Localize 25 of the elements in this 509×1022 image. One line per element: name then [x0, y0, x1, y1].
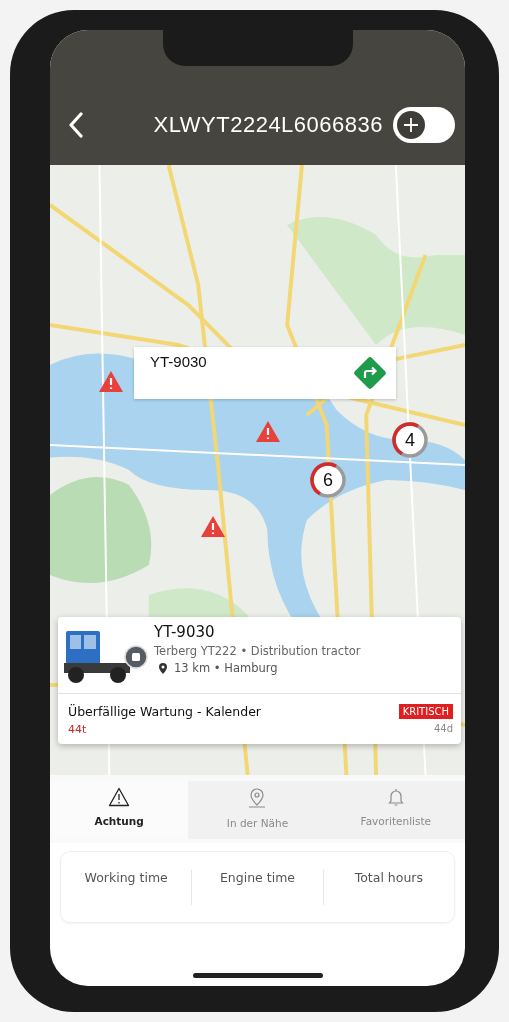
cluster-marker[interactable]: 4 [390, 420, 430, 460]
warning-icon [108, 787, 131, 807]
alert-value: 44t [68, 723, 88, 736]
warning-marker-icon[interactable] [98, 370, 124, 393]
cluster-marker[interactable]: 6 [308, 460, 348, 500]
vehicle-card[interactable]: YT-9030 Terberg YT222 • Distribution tractor 13 km • Hamburg Überfällige Wartung - Kalender 44t KRITISCH 44d [58, 617, 461, 744]
callout-title: YT-9030 [150, 353, 207, 370]
stop-icon[interactable] [124, 645, 148, 669]
stat-label: Engine time [191, 870, 323, 905]
alert-age: 44d [433, 723, 453, 734]
stat-label: Total hours [322, 870, 454, 905]
plus-icon [396, 109, 426, 140]
warning-marker-icon[interactable] [200, 515, 226, 538]
vehicle-model: Terberg YT222 • Distribution tractor [154, 644, 361, 658]
warning-marker-icon[interactable] [255, 420, 281, 443]
add-toggle[interactable] [393, 106, 455, 143]
severity-badge: KRITISCH [398, 704, 453, 719]
vehicle-callout[interactable]: YT-9030 [134, 347, 396, 399]
bell-icon [385, 787, 406, 807]
alert-title: Überfällige Wartung - Kalender [68, 704, 261, 719]
location-pin-icon [158, 661, 168, 675]
vehicle-id-title: XLWYT2224L6066836 [152, 111, 383, 138]
vehicle-location: 13 km • Hamburg [174, 661, 278, 675]
stat-label: Working time [83, 870, 169, 887]
vehicle-name: YT-9030 [154, 623, 216, 641]
